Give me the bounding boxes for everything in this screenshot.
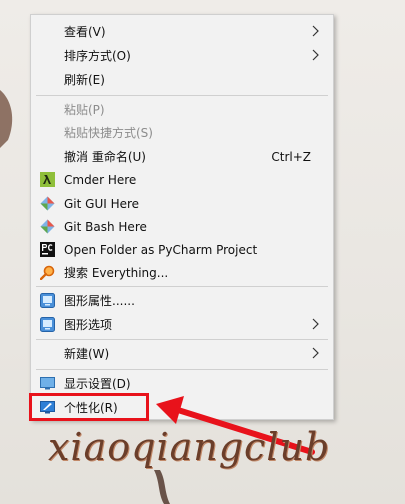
watermark-text: xiaoqiangclub — [48, 425, 331, 469]
